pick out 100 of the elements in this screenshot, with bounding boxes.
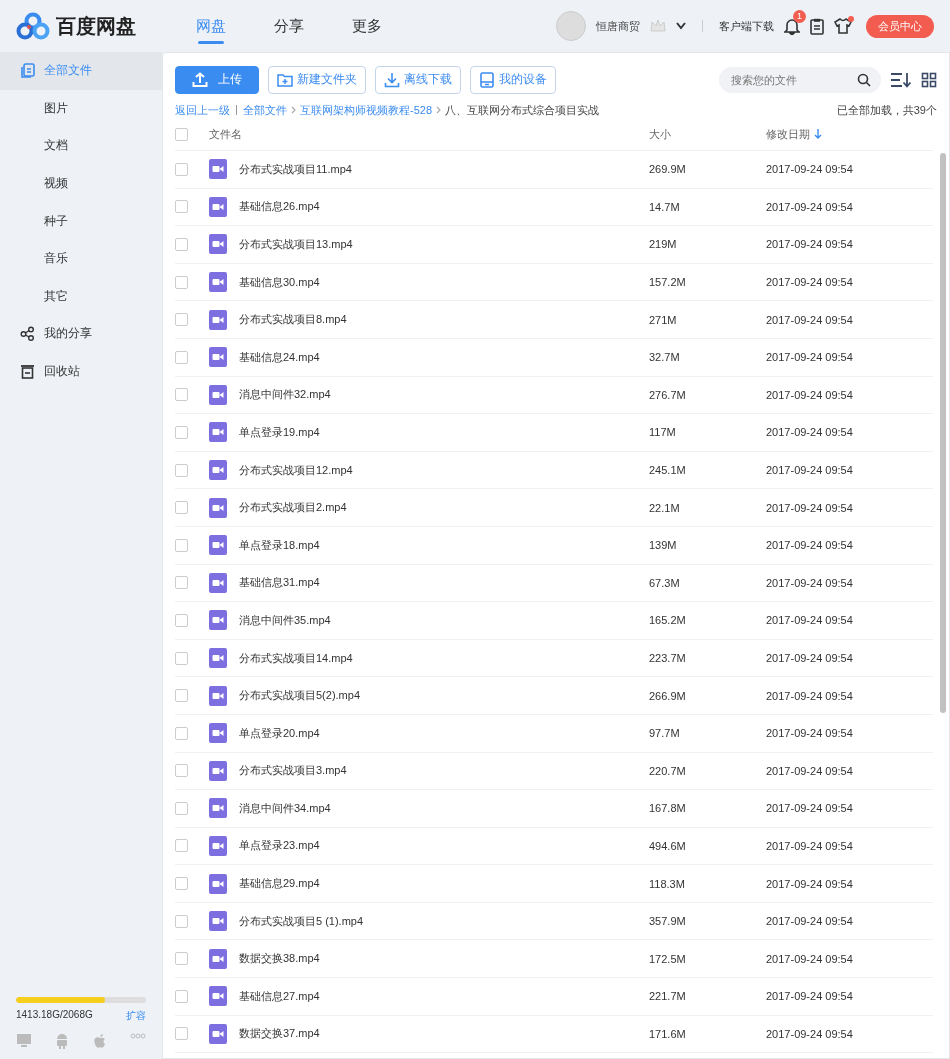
file-name[interactable]: 基础信息24.mp4: [239, 349, 320, 365]
toolbar-button[interactable]: 新建文件夹: [268, 65, 366, 94]
row-checkbox[interactable]: [175, 689, 188, 703]
video-file-icon: [209, 234, 227, 255]
video-file-icon: [209, 572, 227, 593]
file-name[interactable]: 基础信息30.mp4: [239, 274, 320, 290]
file-name[interactable]: 分布式实战项目5 (1).mp4: [239, 913, 364, 929]
modified-date: 2017-09-24 09:54: [766, 426, 854, 439]
row-checkbox[interactable]: [175, 801, 188, 815]
row-checkbox[interactable]: [175, 313, 188, 327]
row-checkbox[interactable]: [175, 914, 188, 928]
row-checkbox[interactable]: [175, 388, 188, 402]
scrollbar[interactable]: [940, 153, 946, 713]
sidebar-item[interactable]: 视频: [0, 164, 162, 203]
file-name[interactable]: 基础信息29.mp4: [239, 876, 320, 892]
row-checkbox[interactable]: [175, 463, 188, 477]
file-name[interactable]: 单点登录20.mp4: [239, 725, 320, 741]
client-download-link[interactable]: 客户端下载: [719, 18, 774, 34]
file-size: 245.1M: [649, 464, 687, 477]
row-checkbox[interactable]: [175, 877, 188, 891]
toolbar-button[interactable]: 我的设备: [470, 65, 556, 94]
device-icon: [479, 71, 495, 88]
monitor-icon[interactable]: [16, 1033, 32, 1048]
grid-view-icon[interactable]: [921, 71, 937, 88]
search-icon[interactable]: [857, 72, 871, 87]
share-icon: [20, 326, 35, 342]
modified-date: 2017-09-24 09:54: [766, 351, 854, 364]
file-name[interactable]: 分布式实战项目5(2).mp4: [239, 688, 361, 704]
toolbar-button[interactable]: 离线下载: [375, 65, 461, 94]
column-header[interactable]: 大小: [649, 126, 766, 142]
row-checkbox[interactable]: [175, 238, 188, 251]
username[interactable]: 恒唐商贸: [596, 18, 640, 34]
column-header[interactable]: 修改日期: [766, 126, 810, 142]
column-header[interactable]: 文件名: [209, 126, 649, 142]
file-name[interactable]: 单点登录18.mp4: [239, 537, 320, 553]
sidebar-item[interactable]: 文档: [0, 127, 162, 165]
row-checkbox[interactable]: [175, 1027, 188, 1041]
row-checkbox[interactable]: [175, 576, 188, 590]
row-checkbox[interactable]: [175, 200, 188, 214]
sort-icon[interactable]: [890, 71, 912, 88]
file-name[interactable]: 分布式实战项目11.mp4: [239, 161, 352, 177]
row-checkbox[interactable]: [175, 275, 188, 289]
row-checkbox[interactable]: [175, 350, 188, 364]
chevron-right-icon: [436, 106, 442, 114]
sidebar-item[interactable]: 回收站: [0, 352, 162, 391]
modified-date: 2017-09-24 09:54: [766, 689, 854, 702]
file-name[interactable]: 基础信息27.mp4: [239, 988, 320, 1004]
row-checkbox[interactable]: [175, 501, 188, 515]
nav-tab[interactable]: 更多: [328, 0, 406, 52]
bell-icon[interactable]: [784, 17, 800, 35]
sidebar-item[interactable]: 音乐: [0, 239, 162, 278]
breadcrumb-current: 八、互联网分布式综合项目实战: [445, 102, 600, 118]
sidebar-item[interactable]: 其它: [0, 277, 162, 316]
breadcrumb-link[interactable]: 返回上一级: [175, 102, 230, 118]
file-name[interactable]: 分布式实战项目3.mp4: [239, 763, 347, 779]
file-name[interactable]: 数据交换38.mp4: [239, 951, 320, 967]
sidebar-item[interactable]: 图片: [0, 89, 162, 128]
file-name[interactable]: 单点登录23.mp4: [239, 838, 320, 854]
row-checkbox[interactable]: [175, 726, 188, 740]
breadcrumb-link[interactable]: 互联网架构师视频教程-528: [300, 102, 433, 118]
file-name[interactable]: 分布式实战项目12.mp4: [239, 462, 353, 478]
file-name[interactable]: 单点登录19.mp4: [239, 424, 320, 440]
nav-tab[interactable]: 分享: [250, 0, 328, 52]
new-folder-icon: [277, 71, 293, 88]
file-name[interactable]: 消息中间件35.mp4: [239, 612, 331, 628]
video-file-icon: [209, 384, 227, 405]
file-size: 271M: [649, 313, 678, 326]
row-checkbox[interactable]: [175, 952, 188, 966]
row-checkbox[interactable]: [175, 839, 188, 853]
sidebar-item[interactable]: 我的分享: [0, 315, 162, 353]
file-name[interactable]: 消息中间件32.mp4: [239, 387, 331, 403]
file-name[interactable]: 分布式实战项目8.mp4: [239, 312, 347, 328]
row-checkbox[interactable]: [175, 162, 188, 176]
select-all-checkbox[interactable]: [175, 127, 188, 141]
row-checkbox[interactable]: [175, 613, 188, 627]
avatar[interactable]: [556, 11, 586, 41]
search-field[interactable]: 搜索您的文件: [719, 66, 881, 93]
load-status: 已全部加载，共39个: [836, 102, 937, 118]
row-checkbox[interactable]: [175, 425, 188, 439]
row-checkbox[interactable]: [175, 989, 188, 1003]
file-name[interactable]: 基础信息26.mp4: [239, 199, 320, 215]
video-file-icon: [209, 760, 227, 781]
file-name[interactable]: 基础信息31.mp4: [239, 575, 320, 591]
chevron-down-icon[interactable]: [676, 22, 686, 30]
sidebar-item[interactable]: 种子: [0, 202, 162, 240]
row-checkbox[interactable]: [175, 764, 188, 778]
android-icon[interactable]: [55, 1033, 70, 1049]
file-name[interactable]: 分布式实战项目14.mp4: [239, 650, 353, 666]
apple-icon[interactable]: [92, 1033, 107, 1049]
clipboard-icon[interactable]: [810, 17, 824, 35]
more-icon[interactable]: [130, 1033, 146, 1039]
row-checkbox[interactable]: [175, 651, 188, 665]
file-name[interactable]: 分布式实战项目13.mp4: [239, 237, 353, 252]
shirt-icon[interactable]: [834, 18, 852, 34]
row-checkbox[interactable]: [175, 538, 188, 552]
file-size: 22.1M: [649, 501, 681, 514]
file-name[interactable]: 分布式实战项目2.mp4: [239, 500, 347, 516]
breadcrumb-link[interactable]: 全部文件: [243, 102, 287, 118]
file-name[interactable]: 消息中间件34.mp4: [239, 800, 331, 816]
file-name[interactable]: 数据交换37.mp4: [239, 1026, 320, 1042]
